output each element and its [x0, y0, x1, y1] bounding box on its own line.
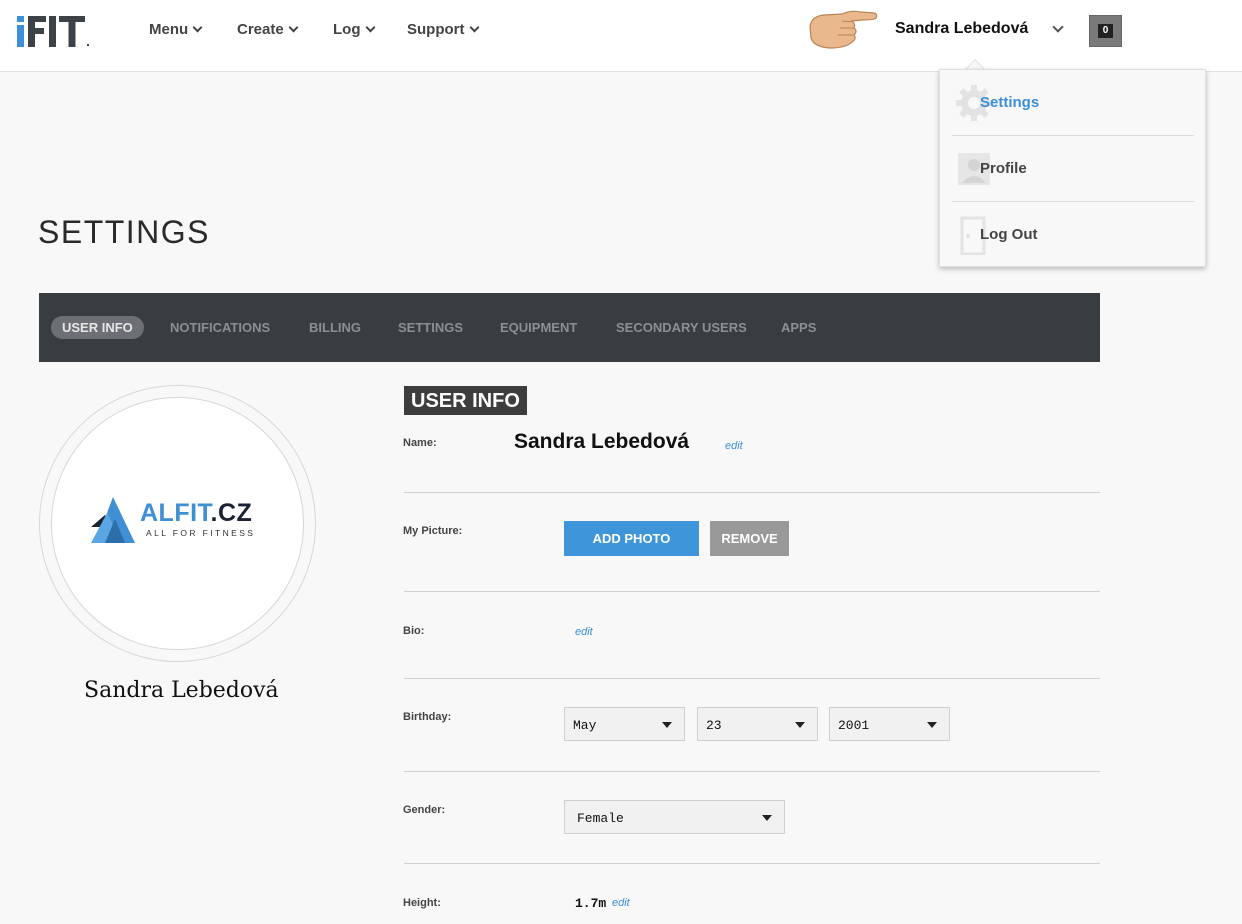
gender-label: Gender:: [403, 804, 446, 816]
ifit-logo[interactable]: [16, 14, 98, 50]
divider: [404, 863, 1100, 864]
birthday-label: Birthday:: [403, 711, 452, 723]
add-photo-button[interactable]: ADD PHOTO: [564, 521, 699, 556]
chevron-down-icon: [192, 22, 203, 33]
dropdown-arrow-icon: [927, 722, 937, 728]
dropdown-arrow-icon: [662, 722, 672, 728]
section-title: USER INFO: [404, 386, 527, 415]
menu-item-profile[interactable]: Profile: [952, 136, 1194, 202]
alfit-logo-mark: [91, 497, 135, 543]
nav-create[interactable]: Create: [237, 21, 299, 38]
tab-user-info[interactable]: USER INFO: [51, 316, 144, 339]
top-header: Menu Create Log Support Sandra Lebedová …: [0, 0, 1242, 72]
chevron-down-icon: [365, 22, 375, 33]
chevron-down-icon: [469, 22, 479, 33]
edit-height-link[interactable]: edit: [612, 897, 630, 909]
menu-item-logout[interactable]: Log Out: [952, 202, 1194, 268]
height-label: Height:: [403, 897, 441, 909]
tab-billing[interactable]: BILLING: [309, 320, 361, 335]
birthday-month-select[interactable]: May: [564, 707, 685, 741]
alfit-logo-main: ALFIT: [140, 499, 211, 527]
menu-item-profile-label: Profile: [980, 160, 1027, 177]
gender-select[interactable]: Female: [564, 800, 785, 834]
tab-secondary-users[interactable]: SECONDARY USERS: [616, 320, 747, 335]
alfit-logo-tagline: ALL FOR FITNESS: [146, 528, 256, 538]
edit-bio-link[interactable]: edit: [575, 626, 593, 638]
profile-name: Sandra Lebedová: [84, 678, 279, 703]
bio-label: Bio:: [403, 625, 425, 637]
gender-value: Female: [577, 811, 624, 826]
alfit-logo-tld: .CZ: [210, 499, 253, 527]
user-dropdown-menu: Settings Profile Log Out: [939, 69, 1206, 267]
nav-menu-label: Menu: [149, 21, 189, 38]
nav-log-label: Log: [333, 21, 361, 38]
nav-log[interactable]: Log: [333, 21, 375, 38]
pointing-hand-icon: [809, 10, 878, 49]
nav-support-label: Support: [407, 21, 465, 38]
name-value: Sandra Lebedová: [514, 430, 690, 453]
birthday-month-value: May: [573, 718, 597, 733]
settings-tabbar: USER INFO NOTIFICATIONS BILLING SETTINGS…: [39, 293, 1100, 362]
nav-menu[interactable]: Menu: [149, 21, 203, 38]
page-title: SETTINGS: [38, 214, 211, 250]
divider: [404, 678, 1100, 679]
dropdown-arrow-icon: [762, 815, 772, 821]
birthday-year-value: 2001: [838, 718, 870, 733]
alfit-logo-text: ALFIT.CZ: [140, 499, 252, 528]
user-menu-name[interactable]: Sandra Lebedová: [895, 20, 1028, 38]
picture-label: My Picture:: [403, 525, 463, 537]
tab-settings[interactable]: SETTINGS: [398, 320, 463, 335]
chevron-down-icon: [288, 22, 299, 33]
tab-apps[interactable]: APPS: [781, 320, 816, 335]
nav-support[interactable]: Support: [407, 21, 479, 38]
chevron-down-icon[interactable]: [1052, 21, 1064, 33]
birthday-day-select[interactable]: 23: [697, 707, 818, 741]
edit-name-link[interactable]: edit: [725, 440, 743, 452]
menu-item-settings-label: Settings: [980, 94, 1040, 111]
tab-equipment[interactable]: EQUIPMENT: [500, 320, 577, 335]
menu-item-logout-label: Log Out: [980, 226, 1038, 243]
name-label: Name:: [403, 437, 437, 449]
nav-create-label: Create: [237, 21, 284, 38]
menu-item-settings[interactable]: Settings: [952, 70, 1194, 136]
dropdown-arrow-icon: [795, 722, 805, 728]
height-value: 1.7m: [575, 896, 607, 911]
divider: [404, 492, 1100, 493]
remove-photo-button[interactable]: REMOVE: [710, 521, 789, 556]
birthday-day-value: 23: [706, 718, 722, 733]
divider: [404, 771, 1100, 772]
cart-count-badge: 0: [1098, 24, 1113, 38]
divider: [404, 591, 1100, 592]
birthday-year-select[interactable]: 2001: [829, 707, 950, 741]
tab-notifications[interactable]: NOTIFICATIONS: [170, 320, 270, 335]
cart-button[interactable]: 0: [1089, 15, 1122, 47]
